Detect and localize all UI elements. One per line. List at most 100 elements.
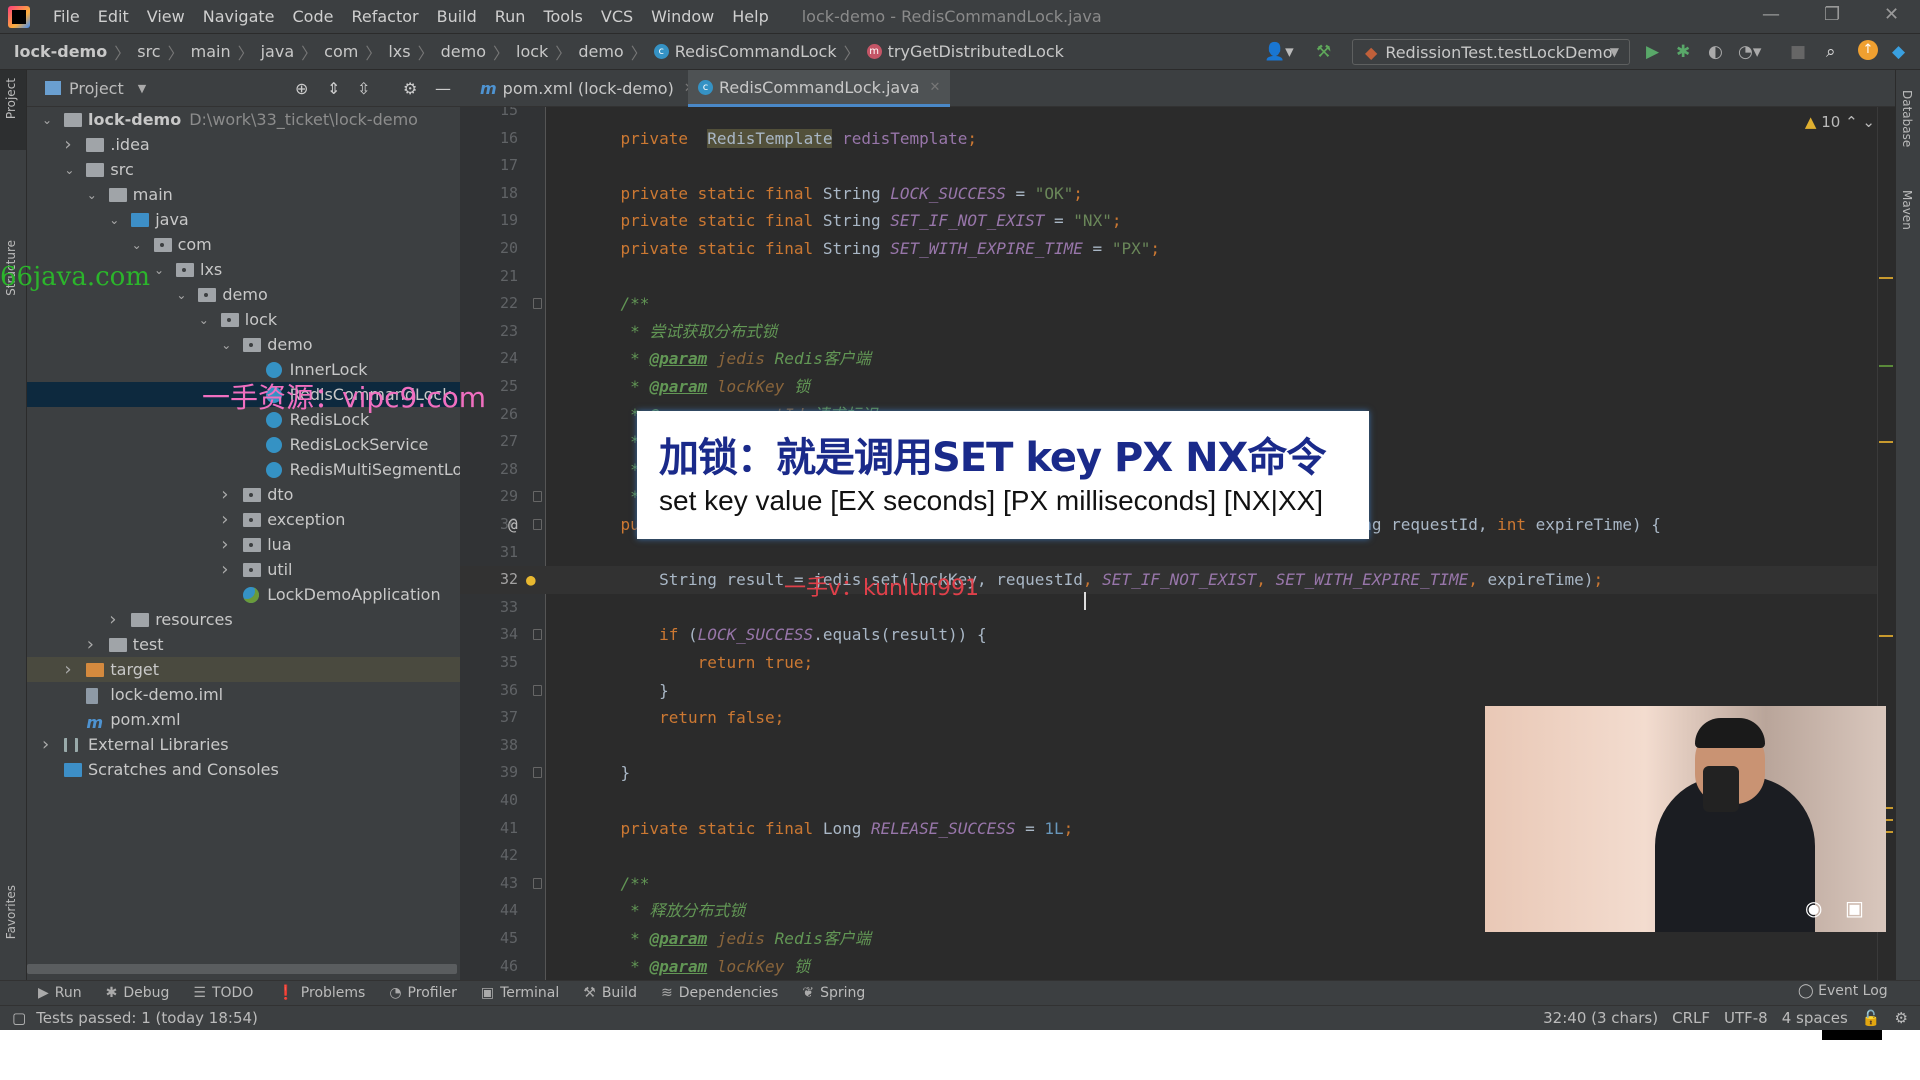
breadcrumb-item[interactable]: lxs [388,42,410,61]
locate-file-icon[interactable]: ⊕ [295,79,308,98]
code-line[interactable]: 20 private static final String SET_WITH_… [460,235,1895,263]
chevron-down-icon[interactable]: ⌄ [154,263,164,277]
code-line[interactable]: 24 * @param jedis Redis客户端 [460,345,1895,373]
tree-item[interactable]: lock-demo.iml [27,682,460,707]
menu-code[interactable]: Code [284,7,343,26]
code-line[interactable]: 18 private static final String LOCK_SUCC… [460,180,1895,208]
tool-window-problems[interactable]: ❗ Problems [277,985,365,1001]
code-line[interactable]: 16 private RedisTemplate redisTemplate; [460,125,1895,153]
tree-item[interactable]: RedisLockService [27,432,460,457]
fold-marker-icon[interactable] [533,684,542,696]
profiler-icon[interactable]: ◔▾ [1738,42,1761,62]
chevron-down-icon[interactable]: ⌄ [87,188,97,202]
chevron-right-icon[interactable]: › [64,134,71,155]
chevron-down-icon[interactable]: ⌄ [199,313,209,327]
code-line[interactable]: 22 /** [460,290,1895,318]
tree-item[interactable]: m pom.xml [27,707,460,732]
code-line[interactable]: 21 [460,263,1895,291]
fold-marker-icon[interactable] [533,519,542,530]
event-log-button[interactable]: ◯ Event Log [1798,983,1888,999]
chevron-right-icon[interactable]: › [64,659,71,680]
fold-marker-icon[interactable] [533,298,542,310]
chevron-down-icon[interactable]: ⌄ [109,213,119,227]
menu-vcs[interactable]: VCS [592,7,642,26]
plugin-logo-icon[interactable]: ◆ [1892,42,1905,62]
tree-item[interactable]: ⌄ demo [27,282,460,307]
tool-window-profiler[interactable]: ◔ Profiler [389,985,457,1001]
tree-item[interactable]: ⌄ main [27,182,460,207]
search-icon[interactable]: ⌕ [1826,42,1836,62]
update-icon[interactable]: ↑ [1858,40,1878,60]
implementation-marker-icon[interactable]: @ [508,511,518,539]
code-line[interactable]: 33 [460,594,1895,622]
inspection-profile-icon[interactable]: ⚙ [1895,1009,1908,1027]
tool-window-dependencies[interactable]: ≋ Dependencies [661,985,778,1001]
menu-refactor[interactable]: Refactor [342,7,427,26]
tool-window-run[interactable]: ▶ Run [38,985,82,1001]
tab-pom-xml[interactable]: m pom.xml (lock-demo)✕ [470,70,705,107]
tool-window-spring[interactable]: ❦ Spring [802,985,865,1001]
code-line[interactable]: 25 * @param lockKey 锁 [460,373,1895,401]
menu-tools[interactable]: Tools [534,7,591,26]
tab-rediscommandlock-java[interactable]: c RedisCommandLock.java ✕ [688,70,951,107]
code-line[interactable]: 35 return true; [460,649,1895,677]
breadcrumb-item[interactable]: main [191,42,231,61]
line-separator[interactable]: CRLF [1672,1009,1710,1027]
close-tab-icon[interactable]: ✕ [930,80,941,95]
chevron-right-icon[interactable]: › [87,634,94,655]
code-line[interactable]: 15 [460,107,1895,125]
tool-window-todo[interactable]: ☰ TODO [193,985,253,1001]
run-configuration-select[interactable]: ◆ RedissionTest.testLockDemo ▼ [1352,39,1630,65]
project-tool-tab[interactable]: Project [4,78,18,119]
toggle-tool-windows-icon[interactable]: ▢ [12,1009,26,1027]
fold-marker-icon[interactable] [533,767,542,779]
maven-tool-tab[interactable]: Maven [1900,190,1914,230]
code-line[interactable]: 36 } [460,677,1895,705]
stop-button[interactable]: ■ [1790,42,1806,62]
database-tool-tab[interactable]: Database [1900,90,1914,147]
code-line[interactable]: 19 private static final String SET_IF_NO… [460,207,1895,235]
chevron-right-icon[interactable]: › [42,734,49,755]
coverage-icon[interactable]: ◐ [1708,42,1723,62]
breadcrumb-item[interactable]: demo [441,42,486,61]
chevron-down-icon[interactable]: ⌄ [42,113,52,127]
code-line[interactable]: 32 ● String result = jedis.set(lockKey, r… [460,566,1895,594]
fold-marker-icon[interactable] [533,629,542,641]
tree-item[interactable]: › .idea [27,132,460,157]
inspection-widget[interactable]: ▲ 10 ⌃ ⌄ [1805,113,1875,131]
fold-marker-icon[interactable] [533,491,542,503]
menu-view[interactable]: View [138,7,194,26]
tree-item[interactable]: ⌄ lxs [27,257,460,282]
menu-help[interactable]: Help [723,7,777,26]
minimize-button[interactable]: — [1762,4,1780,25]
chevron-down-icon[interactable]: ⌄ [176,288,186,302]
menu-file[interactable]: File [44,7,89,26]
chevron-down-icon[interactable]: ⌄ [132,238,142,252]
status-message[interactable]: Tests passed: 1 (today 18:54) [36,1009,258,1027]
run-button[interactable]: ▶ [1646,42,1659,62]
breadcrumb-item[interactable]: demo [578,42,623,61]
fold-marker-icon[interactable] [533,877,542,889]
user-icon[interactable]: 👤▾ [1264,42,1294,62]
breadcrumb-item[interactable]: java [261,42,295,61]
code-line[interactable]: 31 [460,539,1895,567]
lightbulb-icon[interactable]: ● [526,566,536,594]
code-line[interactable]: 23 * 尝试获取分布式锁 [460,318,1895,346]
tree-item[interactable]: › util [27,557,460,582]
tree-item[interactable]: › resources [27,607,460,632]
breadcrumb-item[interactable]: RedisCommandLock [675,42,837,61]
breadcrumb-item[interactable]: tryGetDistributedLock [888,42,1064,61]
lock-icon[interactable]: 🔓 [1862,1009,1881,1027]
tool-window-debug[interactable]: ✱ Debug [106,985,170,1001]
project-horizontal-scrollbar[interactable] [27,964,457,974]
chevron-right-icon[interactable]: › [221,559,228,580]
close-window-button[interactable]: ✕ [1884,4,1899,25]
breadcrumb-item[interactable]: com [324,42,358,61]
menu-window[interactable]: Window [642,7,723,26]
tree-item[interactable]: ⌄ lock [27,307,460,332]
file-encoding[interactable]: UTF-8 [1724,1009,1768,1027]
breadcrumb-item[interactable]: src [137,42,160,61]
chevron-down-icon[interactable]: ▼ [138,82,146,95]
gear-icon[interactable]: ⚙ [403,79,417,98]
tree-item[interactable]: › dto [27,482,460,507]
